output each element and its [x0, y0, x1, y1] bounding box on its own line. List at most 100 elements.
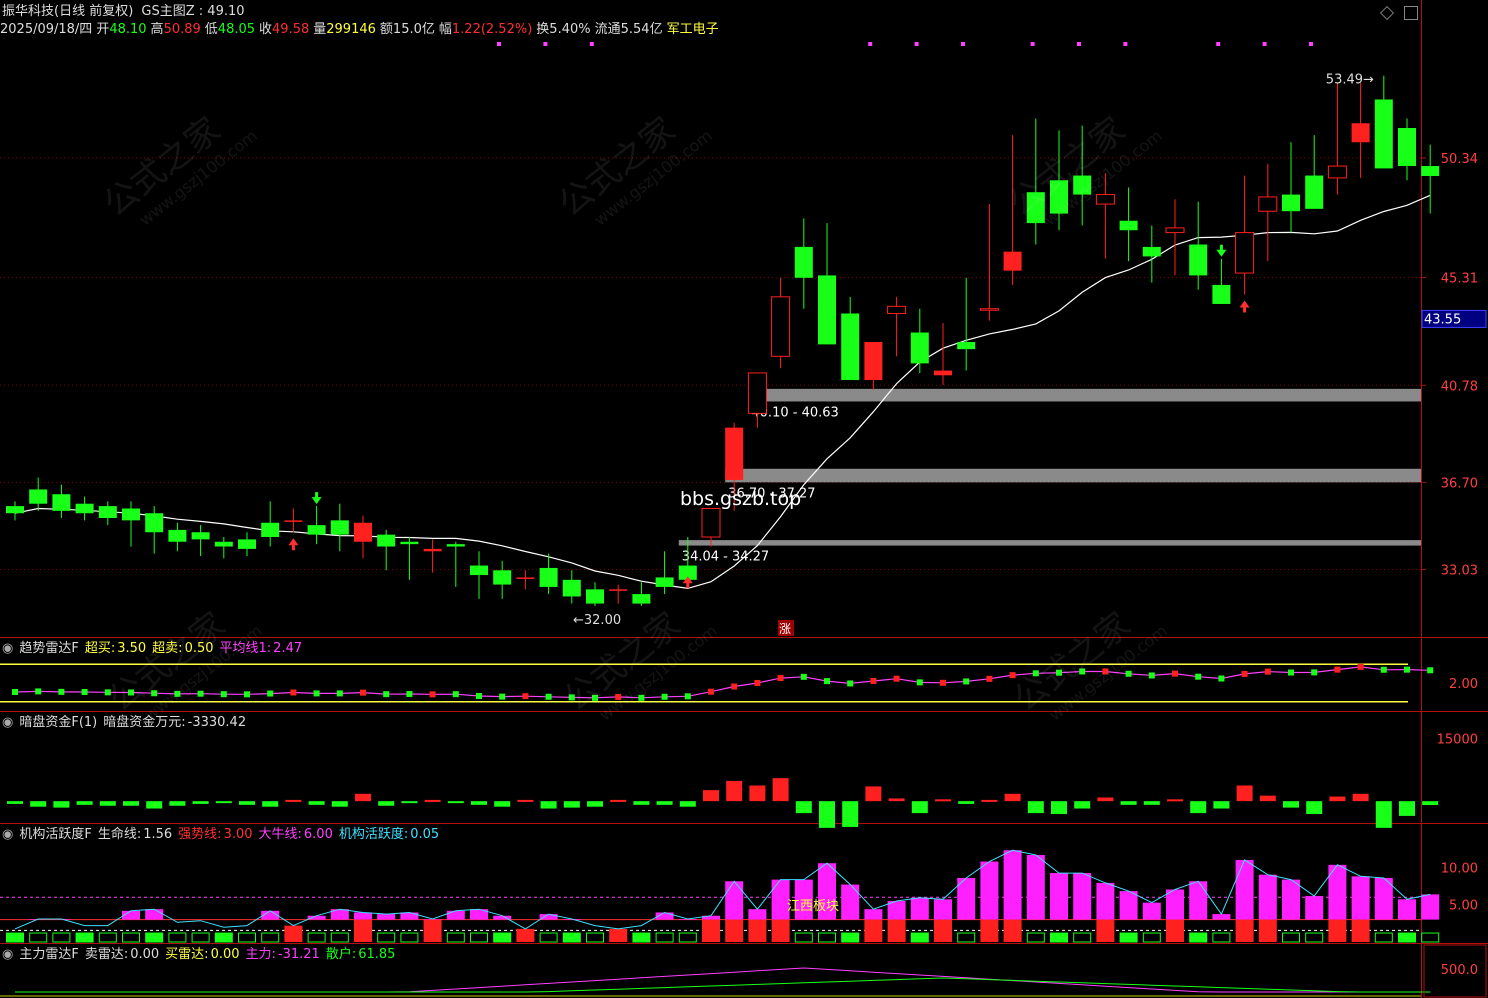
- inst-bull-label: 大牛线:: [258, 827, 302, 842]
- high-marker: 53.49→: [1326, 73, 1374, 88]
- fund-bar: [1097, 797, 1114, 802]
- fund-value-label: 暗盘资金万元:: [103, 715, 186, 730]
- trend-dot: [267, 690, 274, 697]
- activity-bar: [1328, 919, 1347, 942]
- inst-panel-title: ◉ 机构活跃度F 生命线: 1.56 强势线: 3.00 大牛线: 6.00 机构活跃度: 0.0…: [2, 827, 445, 843]
- candle-body: [1003, 251, 1022, 271]
- collapse-icon[interactable]: ◉: [2, 715, 13, 730]
- y-tick-label: 33.03: [1441, 564, 1478, 579]
- candle-body: [1119, 220, 1138, 231]
- candle-body: [632, 594, 651, 604]
- inst-title[interactable]: 机构活跃度F: [19, 827, 91, 842]
- activity-bar: [1166, 919, 1184, 942]
- signal-dot: [497, 42, 501, 46]
- stock-chart[interactable]: 40.10 - 40.6336.70 - 37.2734.04 - 34.27 …: [0, 0, 1488, 998]
- activity-bar-high: [1142, 902, 1161, 920]
- candle-body: [377, 534, 396, 547]
- trend-dot: [1032, 670, 1039, 677]
- activity-bar: [887, 919, 906, 942]
- support-zone: [725, 468, 1421, 483]
- open-value: 48.10: [109, 22, 147, 37]
- main-retail: 61.85: [358, 947, 396, 962]
- fund-bar: [1190, 801, 1207, 814]
- inst-tick: 10.00: [1441, 861, 1478, 876]
- collapse-icon[interactable]: ◉: [2, 641, 13, 656]
- high-label: 高: [150, 22, 164, 37]
- activity-bar-high: [1282, 879, 1300, 920]
- activity-bar-high: [400, 912, 419, 920]
- stock-name[interactable]: 振华科技(日线 前复权): [2, 4, 133, 19]
- main-title[interactable]: 主力雷达F: [19, 947, 78, 962]
- open-label: 开: [96, 22, 110, 37]
- activity-bar-high: [1026, 854, 1045, 920]
- activity-bar: [957, 932, 976, 943]
- fund-title[interactable]: 暗盘资金F(1): [19, 715, 97, 730]
- activity-bar: [678, 932, 697, 943]
- trend-dot: [1380, 666, 1387, 673]
- inst-annotation: 江西板块: [787, 899, 839, 914]
- activity-bar: [586, 932, 604, 943]
- inst-life: 1.56: [143, 827, 173, 842]
- trend-dot: [1218, 675, 1225, 682]
- fund-bar: [517, 799, 534, 802]
- trend-dot: [290, 689, 297, 696]
- candle-body: [818, 275, 836, 345]
- main-buy: 0.00: [210, 947, 240, 962]
- y-tick-label: 50.34: [1441, 152, 1478, 167]
- trend-avg-label: 平均线1:: [219, 641, 272, 656]
- sector-tag[interactable]: 军工电子: [667, 22, 719, 37]
- fund-bar: [169, 801, 186, 806]
- trend-dot: [429, 691, 436, 698]
- activity-bar-high: [1305, 896, 1324, 920]
- candle-body: [1073, 175, 1092, 195]
- candle-body: [29, 489, 48, 504]
- trend-dot: [151, 690, 158, 697]
- zhang-badge: 涨: [779, 621, 791, 636]
- collapse-icon[interactable]: ◉: [2, 947, 13, 962]
- support-zone-label: 34.04 - 34.27: [682, 550, 769, 565]
- trend-dot: [360, 689, 366, 696]
- candle-body: [771, 296, 791, 357]
- fund-panel-title: ◉ 暗盘资金F(1) 暗盘资金万元: -3330.42: [2, 715, 252, 731]
- window-toggle-icon[interactable]: [1404, 6, 1418, 20]
- candle-body: [1095, 194, 1115, 205]
- inst-tick: 5.00: [1449, 899, 1478, 914]
- trend-dot: [1311, 669, 1318, 676]
- candle-body: [516, 577, 535, 579]
- trend-dot: [1148, 672, 1155, 679]
- fund-bar: [262, 801, 279, 807]
- activity-bar: [539, 932, 558, 943]
- fund-bar: [76, 801, 93, 805]
- trend-dot: [313, 690, 320, 697]
- trend-dot: [1357, 663, 1364, 670]
- trend-dot: [870, 677, 877, 684]
- candle-body: [400, 541, 419, 545]
- activity-bar: [632, 932, 651, 943]
- fund-bar: [471, 801, 487, 805]
- candle-body: [1165, 227, 1185, 234]
- trend-buy-label: 超买:: [84, 641, 116, 656]
- current-price-label: 43.55: [1424, 312, 1461, 327]
- candle-body: [98, 506, 117, 518]
- main-chart-label[interactable]: GS主图Z : 49.10: [141, 4, 244, 19]
- fund-bar: [1004, 793, 1021, 802]
- fund-bar: [1422, 801, 1439, 806]
- candle-body: [609, 589, 628, 591]
- fund-bar: [494, 801, 511, 807]
- candle-body: [261, 522, 280, 538]
- fund-bar: [331, 801, 348, 807]
- activity-bar: [493, 932, 512, 943]
- trend-dot: [568, 694, 575, 701]
- candle-body: [1374, 99, 1393, 169]
- collapse-icon[interactable]: ◉: [2, 827, 13, 842]
- activity-bar: [1189, 932, 1208, 943]
- high-value: 50.89: [163, 22, 201, 37]
- signal-dot: [1030, 42, 1035, 46]
- activity-bar: [214, 932, 233, 943]
- trend-dot: [58, 688, 65, 695]
- candle-body: [6, 506, 24, 514]
- trend-dot: [1288, 669, 1294, 676]
- trend-title[interactable]: 趋势雷达F: [19, 641, 78, 656]
- trend-dot: [777, 675, 784, 682]
- activity-bar: [98, 932, 117, 943]
